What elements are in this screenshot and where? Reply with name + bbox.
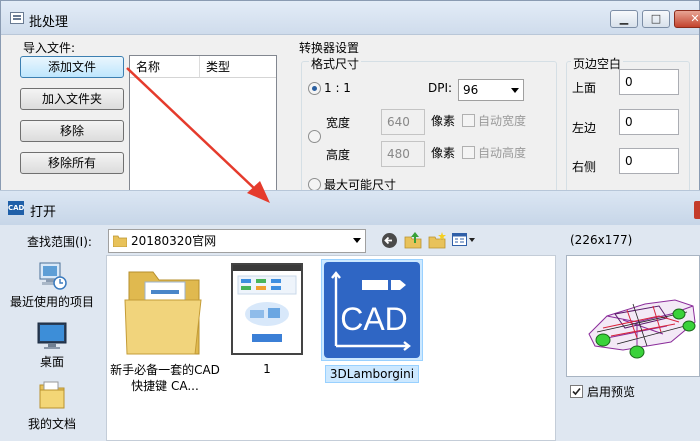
look-in-label: 查找范围(I): — [27, 235, 92, 249]
auto-width-label: 自动宽度 — [478, 114, 527, 128]
file-item-folder[interactable]: 新手必备一套的CAD快捷键 CA... — [109, 256, 221, 394]
place-documents[interactable]: 我的文档 — [0, 379, 104, 432]
add-file-button[interactable]: 添加文件 — [20, 56, 124, 78]
desktop-icon — [37, 322, 67, 349]
view-menu-icon[interactable] — [452, 233, 476, 247]
cad-app-icon: CAD — [8, 201, 24, 215]
remove-all-button[interactable]: 移除所有 — [20, 152, 124, 174]
chevron-down-icon — [511, 88, 519, 93]
place-recent-label: 最近使用的项目 — [9, 295, 94, 309]
column-header-type[interactable]: 类型 — [200, 56, 276, 78]
folder-icon — [113, 235, 127, 247]
file-item-screenshot-label: 1 — [263, 362, 271, 376]
folder-icon — [124, 271, 202, 355]
batch-window-titlebar: 批处理 ▁ □ ✕ — [1, 1, 700, 35]
margin-top-label: 上面 — [572, 81, 597, 95]
back-icon[interactable] — [381, 232, 398, 249]
window-icon — [10, 12, 24, 24]
places-bar: 最近使用的项目 桌面 我的文档 — [0, 253, 104, 441]
screenshot-thumbnail-icon — [231, 263, 303, 355]
recent-places-icon — [39, 262, 67, 290]
minimize-button[interactable]: ▁ — [610, 10, 638, 28]
close-icon[interactable] — [694, 201, 700, 219]
open-dialog: CAD 打开 查找范围(I): 20180320官网 (226x177) 最近使… — [0, 190, 700, 441]
ratio-radio[interactable] — [308, 82, 321, 95]
height-pixel-label: 像素 — [431, 146, 456, 160]
new-folder-icon[interactable] — [428, 231, 446, 249]
place-desktop[interactable]: 桌面 — [0, 321, 104, 370]
width-input[interactable]: 640 — [381, 109, 425, 135]
custom-size-radio[interactable] — [308, 130, 321, 143]
maximize-button[interactable]: □ — [642, 10, 670, 28]
margin-right-input[interactable]: 0 — [619, 148, 679, 174]
ratio-label: 1 : 1 — [324, 81, 351, 95]
margin-left-label: 左边 — [572, 121, 597, 135]
checkmark-icon — [572, 387, 581, 396]
up-folder-icon[interactable] — [404, 231, 422, 249]
cad-thumb-text: CAD — [340, 301, 408, 337]
open-dialog-title: 打开 — [30, 205, 57, 220]
file-item-cad[interactable]: CAD 3DLamborgini — [319, 256, 425, 383]
chevron-down-icon — [353, 238, 361, 243]
remove-button[interactable]: 移除 — [20, 120, 124, 142]
look-in-value: 20180320官网 — [131, 234, 217, 248]
import-files-label: 导入文件: — [23, 41, 76, 55]
batch-window-title: 批处理 — [29, 15, 69, 30]
enable-preview-checkbox[interactable] — [570, 385, 583, 398]
auto-height-label: 自动高度 — [478, 146, 527, 160]
import-file-list[interactable]: 名称 类型 — [129, 55, 277, 195]
look-in-select[interactable]: 20180320官网 — [108, 229, 366, 253]
car-preview-image — [588, 299, 696, 359]
add-folder-button[interactable]: 加入文件夹 — [20, 88, 124, 110]
preview-size-label: (226x177) — [570, 233, 633, 247]
height-label: 高度 — [326, 148, 351, 162]
margin-top-input[interactable]: 0 — [619, 69, 679, 95]
dpi-select[interactable]: 96 — [458, 79, 524, 101]
cad-file-icon: CAD — [324, 262, 420, 358]
auto-height-checkbox[interactable] — [462, 146, 475, 159]
file-item-cad-label: 3DLamborgini — [324, 365, 420, 383]
documents-icon — [39, 381, 65, 409]
enable-preview-label: 启用预览 — [587, 385, 636, 399]
dpi-value: 96 — [463, 83, 479, 97]
auto-width-checkbox[interactable] — [462, 114, 475, 127]
place-recent[interactable]: 最近使用的项目 — [0, 261, 104, 310]
batch-window: 批处理 ▁ □ ✕ 导入文件: 添加文件 加入文件夹 移除 移除所有 名称 类型… — [0, 0, 700, 196]
width-label: 宽度 — [326, 116, 351, 130]
column-header-name[interactable]: 名称 — [130, 56, 200, 78]
converter-settings-label: 转换器设置 — [299, 41, 360, 55]
open-dialog-titlebar: CAD 打开 — [0, 191, 700, 225]
place-documents-label: 我的文档 — [27, 417, 76, 431]
close-button[interactable]: ✕ — [674, 10, 700, 28]
margins-label: 页边空白 — [571, 55, 624, 72]
format-size-label: 格式尺寸 — [309, 55, 362, 72]
file-item-screenshot[interactable]: 1 — [227, 256, 307, 376]
width-pixel-label: 像素 — [431, 114, 456, 128]
preview-pane — [566, 255, 700, 377]
file-item-folder-label: 新手必备一套的CAD快捷键 CA... — [110, 363, 220, 393]
height-input[interactable]: 480 — [381, 141, 425, 167]
margin-right-label: 右侧 — [572, 160, 597, 174]
dpi-label: DPI: — [428, 81, 453, 95]
place-desktop-label: 桌面 — [39, 355, 64, 369]
file-list-view[interactable]: 新手必备一套的CAD快捷键 CA... 1 CAD 3DLamborgini — [106, 255, 556, 441]
margin-left-input[interactable]: 0 — [619, 109, 679, 135]
